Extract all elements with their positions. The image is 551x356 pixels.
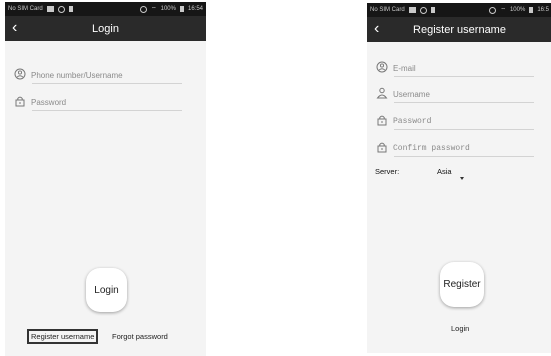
time-label: 16:5 (537, 7, 549, 13)
battery-icon (179, 6, 184, 12)
server-select[interactable]: Asia (437, 167, 452, 176)
sd-card-icon (68, 6, 73, 12)
username-placeholder: Username (393, 90, 430, 99)
carrier-label: No SIM Card (370, 7, 405, 13)
triangle-down-icon[interactable] (460, 177, 464, 180)
user-circle-icon (376, 61, 388, 73)
forgot-password-link[interactable]: Forgot password (112, 332, 168, 341)
sd-card-icon (430, 7, 435, 13)
password-placeholder: Password (393, 117, 432, 126)
alarm-icon (489, 6, 497, 14)
lock-icon (15, 96, 25, 107)
person-icon (376, 87, 388, 99)
email-field[interactable]: E-mail (376, 61, 534, 77)
lock-icon (377, 142, 387, 153)
lock-icon (377, 115, 387, 126)
sync-icon (57, 5, 65, 13)
wifi-icon: ⌔ (150, 7, 157, 13)
carrier-label: No SIM Card (8, 6, 43, 12)
time-label: 16:54 (187, 6, 203, 12)
password-field[interactable]: Password (376, 114, 534, 130)
status-bar: No SIM Card ⌔ 100% 16:54 (5, 2, 206, 16)
battery-label: 100% (509, 7, 526, 13)
register-screen: No SIM Card ⌔ 100% 16:5 ‹ Register usern… (367, 3, 551, 353)
page-title: Login (92, 22, 119, 35)
register-button-label: Register (443, 279, 481, 290)
status-bar: No SIM Card ⌔ 100% 16:5 (367, 3, 551, 17)
confirm-password-placeholder: Confirm password (393, 144, 470, 153)
battery-label: 100% (160, 6, 176, 12)
register-username-link[interactable]: Register username (27, 329, 99, 344)
title-bar: ‹ Register username (367, 17, 551, 42)
battery-icon (529, 7, 534, 13)
login-button[interactable]: Login (86, 268, 127, 312)
sync-icon (419, 6, 427, 14)
password-underline (32, 110, 182, 111)
notification-icon (408, 7, 416, 13)
page-title: Register username (413, 23, 506, 36)
register-button[interactable]: Register (440, 262, 484, 307)
username-underline (32, 83, 182, 84)
email-underline (394, 76, 534, 77)
wifi-icon: ⌔ (500, 8, 506, 14)
login-link[interactable]: Login (451, 324, 469, 333)
username-underline (394, 102, 534, 103)
password-placeholder: Password (31, 98, 67, 107)
email-placeholder: E-mail (393, 64, 416, 73)
notification-icon (46, 6, 54, 12)
confirm-password-field[interactable]: Confirm password (376, 141, 534, 157)
back-icon[interactable]: ‹ (374, 20, 379, 38)
username-field[interactable]: Phone number/Username (14, 68, 182, 84)
alarm-icon (139, 5, 147, 13)
login-screen: No SIM Card ⌔ 100% 16:54 ‹ Login Phone n… (5, 2, 206, 356)
login-button-label: Login (94, 284, 119, 296)
user-circle-icon (14, 68, 26, 80)
server-label: Server: (375, 167, 400, 176)
username-field[interactable]: Username (376, 87, 534, 103)
confirm-password-underline (394, 156, 534, 157)
password-underline (394, 129, 534, 130)
title-bar: ‹ Login (5, 16, 206, 41)
username-placeholder: Phone number/Username (31, 71, 123, 80)
password-field[interactable]: Password (14, 95, 182, 111)
back-icon[interactable]: ‹ (12, 19, 17, 37)
